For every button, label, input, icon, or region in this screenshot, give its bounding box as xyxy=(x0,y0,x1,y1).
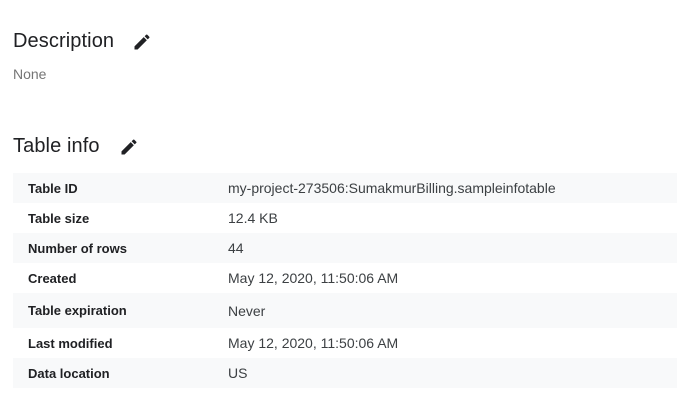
edit-description-button[interactable] xyxy=(130,30,154,54)
row-value: 12.4 KB xyxy=(228,210,278,226)
table-row-created: Created May 12, 2020, 11:50:06 AM xyxy=(13,263,677,293)
row-label: Table size xyxy=(28,210,90,226)
table-row-table-id: Table ID my-project-273506:SumakmurBilli… xyxy=(13,173,677,203)
row-value: 44 xyxy=(228,240,244,256)
row-label: Number of rows xyxy=(28,240,127,256)
table-info-list: Table ID my-project-273506:SumakmurBilli… xyxy=(13,173,677,388)
description-value: None xyxy=(13,66,47,82)
row-value: Never xyxy=(228,302,266,319)
table-row-data-location: Data location US xyxy=(13,358,677,388)
table-row-number-of-rows: Number of rows 44 xyxy=(13,233,677,263)
description-heading: Description xyxy=(13,30,115,52)
row-value: May 12, 2020, 11:50:06 AM xyxy=(228,270,399,286)
pencil-icon xyxy=(121,139,137,155)
row-label: Data location xyxy=(28,365,110,381)
table-row-table-size: Table size 12.4 KB xyxy=(13,203,677,233)
row-label: Table expiration xyxy=(28,303,127,318)
table-row-last-modified: Last modified May 12, 2020, 11:50:06 AM xyxy=(13,328,677,358)
pencil-icon xyxy=(134,34,150,50)
row-value: May 12, 2020, 11:50:06 AM xyxy=(228,335,399,351)
row-value: my-project-273506:SumakmurBilling.sample… xyxy=(228,180,556,196)
row-value: US xyxy=(228,365,248,381)
edit-table-info-button[interactable] xyxy=(117,135,141,159)
table-info-heading: Table info xyxy=(13,135,100,157)
row-label: Created xyxy=(28,270,77,286)
row-label: Table ID xyxy=(28,180,78,196)
table-row-table-expiration: Table expiration Never xyxy=(13,293,677,328)
row-label: Last modified xyxy=(28,335,113,351)
